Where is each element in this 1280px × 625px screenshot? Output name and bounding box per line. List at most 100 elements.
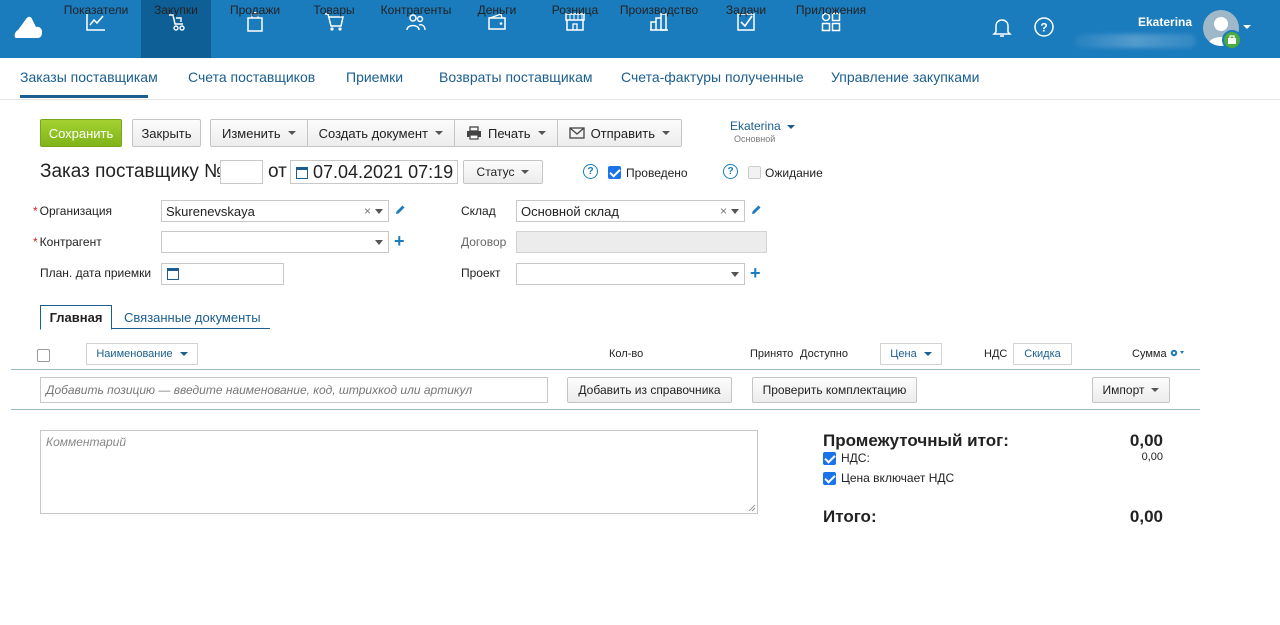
- save-button[interactable]: Сохранить: [40, 119, 122, 147]
- store-badge-icon: [1222, 30, 1242, 50]
- add-project-icon[interactable]: +: [750, 264, 761, 282]
- vat-label: НДС:: [841, 451, 870, 465]
- tab-receipts[interactable]: Приемки: [346, 69, 403, 85]
- help-icon[interactable]: ?: [1033, 16, 1055, 38]
- user-name[interactable]: Ekaterina: [1138, 15, 1192, 29]
- owner-group: Основной: [734, 134, 776, 144]
- nav-label: Производство: [619, 3, 699, 17]
- nav-label: Задачи: [725, 3, 767, 17]
- clear-icon[interactable]: ×: [364, 204, 371, 218]
- resize-handle-icon[interactable]: [748, 504, 756, 512]
- document-number-input[interactable]: [220, 160, 263, 184]
- create-document-dropdown-button[interactable]: Создать документ: [308, 120, 455, 146]
- name-column-label: Наименование: [96, 348, 173, 360]
- nav-item-retail[interactable]: Розница: [545, 0, 605, 58]
- plan-date-input[interactable]: [161, 263, 284, 285]
- calendar-icon[interactable]: [167, 268, 179, 280]
- chevron-down-icon[interactable]: [1243, 25, 1251, 29]
- tab-purchase-management[interactable]: Управление закупками: [831, 69, 979, 85]
- name-column-sort[interactable]: Наименование: [86, 343, 198, 365]
- nav-item-apps[interactable]: Приложения: [794, 0, 868, 58]
- user-account-blurred: [1074, 34, 1196, 48]
- send-dropdown-button[interactable]: Отправить: [558, 120, 681, 146]
- svg-text:?: ?: [1040, 21, 1047, 35]
- project-select[interactable]: [516, 263, 745, 285]
- nav-item-production[interactable]: Производство: [618, 0, 700, 58]
- nav-label: Продажи: [229, 3, 281, 17]
- chevron-down-icon[interactable]: [731, 272, 739, 277]
- price-column-select[interactable]: Цена: [880, 343, 942, 365]
- date-from-label: от: [268, 161, 287, 182]
- print-dropdown-button[interactable]: Печать: [455, 120, 558, 146]
- chevron-down-icon[interactable]: [731, 209, 739, 214]
- tab-supplier-orders[interactable]: Заказы поставщикам: [20, 69, 158, 85]
- price-includes-vat-checkbox[interactable]: [823, 472, 836, 485]
- nav-label: Товары: [313, 3, 355, 17]
- tab-main[interactable]: Главная: [40, 305, 112, 330]
- check-kit-button[interactable]: Проверить комплектацию: [752, 377, 917, 403]
- vat-column-header: НДС: [984, 348, 1008, 360]
- chevron-down-icon[interactable]: [375, 209, 383, 214]
- nav-item-sales[interactable]: Продажи: [220, 0, 290, 58]
- clear-icon[interactable]: ×: [720, 204, 727, 218]
- price-includes-vat-label: Цена включает НДС: [841, 471, 955, 485]
- tab-supplier-invoices[interactable]: Счета поставщиков: [188, 69, 315, 85]
- page-title: Заказ поставщику №: [40, 161, 225, 182]
- settings-gear-icon[interactable]: [1169, 348, 1187, 358]
- counterparty-select[interactable]: [161, 231, 389, 253]
- tab-supplier-returns[interactable]: Возвраты поставщикам: [439, 69, 592, 85]
- bell-icon[interactable]: [991, 16, 1013, 38]
- counterparty-label-text: Контрагент: [39, 235, 102, 249]
- section-tabs: Заказы поставщикам Счета поставщиков При…: [0, 58, 1280, 100]
- tab-received-invoices[interactable]: Счета-фактуры полученные: [621, 69, 804, 85]
- caret-down-icon: [287, 131, 296, 135]
- document-date-input[interactable]: 07.04.2021 07:19: [290, 160, 458, 184]
- pencil-icon[interactable]: [394, 204, 406, 216]
- nav-item-tasks[interactable]: Задачи: [716, 0, 776, 58]
- qty-column-header: Кол-во: [609, 348, 644, 360]
- add-counterparty-icon[interactable]: +: [394, 232, 405, 250]
- pencil-icon[interactable]: [750, 204, 762, 216]
- tab-related-documents[interactable]: Связанные документы: [124, 305, 261, 330]
- organization-label-text: Организация: [39, 204, 113, 218]
- warehouse-value: Основной склад: [521, 203, 619, 219]
- import-dropdown-button[interactable]: Импорт: [1092, 377, 1170, 403]
- subtotal-value: 0,00: [1129, 431, 1163, 450]
- nav-label: Контрагенты: [380, 3, 452, 17]
- nav-label: Закупки: [154, 3, 198, 17]
- help-icon[interactable]: ?: [723, 164, 738, 179]
- toolbar-button-group: Изменить Создать документ Печать Отправи…: [210, 119, 683, 147]
- import-label: Импорт: [1102, 383, 1145, 397]
- vat-checkbox[interactable]: [823, 452, 836, 465]
- logo-icon[interactable]: [14, 16, 44, 40]
- add-position-input[interactable]: Добавить позицию — введите наименование,…: [40, 377, 548, 403]
- discount-column-button[interactable]: Скидка: [1013, 343, 1072, 365]
- owner-select[interactable]: Ekaterina: [730, 119, 795, 133]
- caret-down-icon: [1151, 388, 1160, 392]
- warehouse-select[interactable]: Основной склад ×: [516, 200, 745, 222]
- organization-label: * Организация: [33, 204, 112, 218]
- waiting-checkbox[interactable]: [748, 166, 761, 179]
- calendar-icon[interactable]: [296, 167, 308, 179]
- posted-checkbox[interactable]: [608, 166, 621, 179]
- close-button[interactable]: Закрыть: [132, 119, 201, 147]
- nav-label: Показатели: [63, 3, 129, 17]
- nav-item-counterparties[interactable]: Контрагенты: [378, 0, 454, 58]
- nav-item-dashboard[interactable]: Показатели: [56, 0, 136, 58]
- help-icon[interactable]: ?: [583, 164, 598, 179]
- nav-item-money[interactable]: Деньги: [466, 0, 528, 58]
- organization-select[interactable]: Skurenevskaya ×: [161, 200, 389, 222]
- nav-item-products[interactable]: Товары: [300, 0, 368, 58]
- comment-textarea[interactable]: Комментарий: [40, 430, 758, 514]
- select-all-checkbox[interactable]: [37, 349, 50, 362]
- edit-label: Изменить: [222, 125, 281, 141]
- counterparty-label: * Контрагент: [33, 235, 102, 249]
- organization-value: Skurenevskaya: [166, 203, 255, 219]
- contract-select: [516, 231, 767, 253]
- edit-dropdown-button[interactable]: Изменить: [211, 120, 308, 146]
- nav-item-purchases[interactable]: Закупки: [141, 0, 211, 58]
- chevron-down-icon[interactable]: [375, 240, 383, 245]
- status-dropdown-button[interactable]: Статус: [463, 160, 543, 184]
- posted-label: Проведено: [626, 166, 688, 180]
- add-from-catalog-button[interactable]: Добавить из справочника: [567, 377, 732, 403]
